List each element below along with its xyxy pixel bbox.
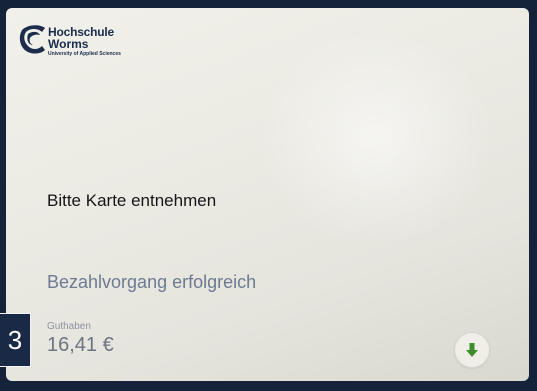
terminal-frame: Hochschule Worms University of Applied S… [0,0,537,391]
balance-label: Guthaben [47,321,91,332]
payment-status: Bezahlvorgang erfolgreich [47,272,257,292]
scroll-down-button[interactable] [454,332,490,368]
arrow-down-icon [466,343,478,357]
hochschule-worms-logo: Hochschule Worms University of Applied S… [18,20,143,70]
balance-value: 16,41 € [47,334,114,356]
logo-name-line2: Worms [48,37,89,51]
take-card-message: Bitte Karte entnehmen [47,191,217,210]
logo-subtitle: University of Applied Sciences [48,51,121,57]
step-number-badge: 3 [0,313,31,367]
terminal-screen: Hochschule Worms University of Applied S… [6,8,529,381]
screen-glare [256,28,496,248]
hochschule-worms-logo-icon [19,25,45,54]
